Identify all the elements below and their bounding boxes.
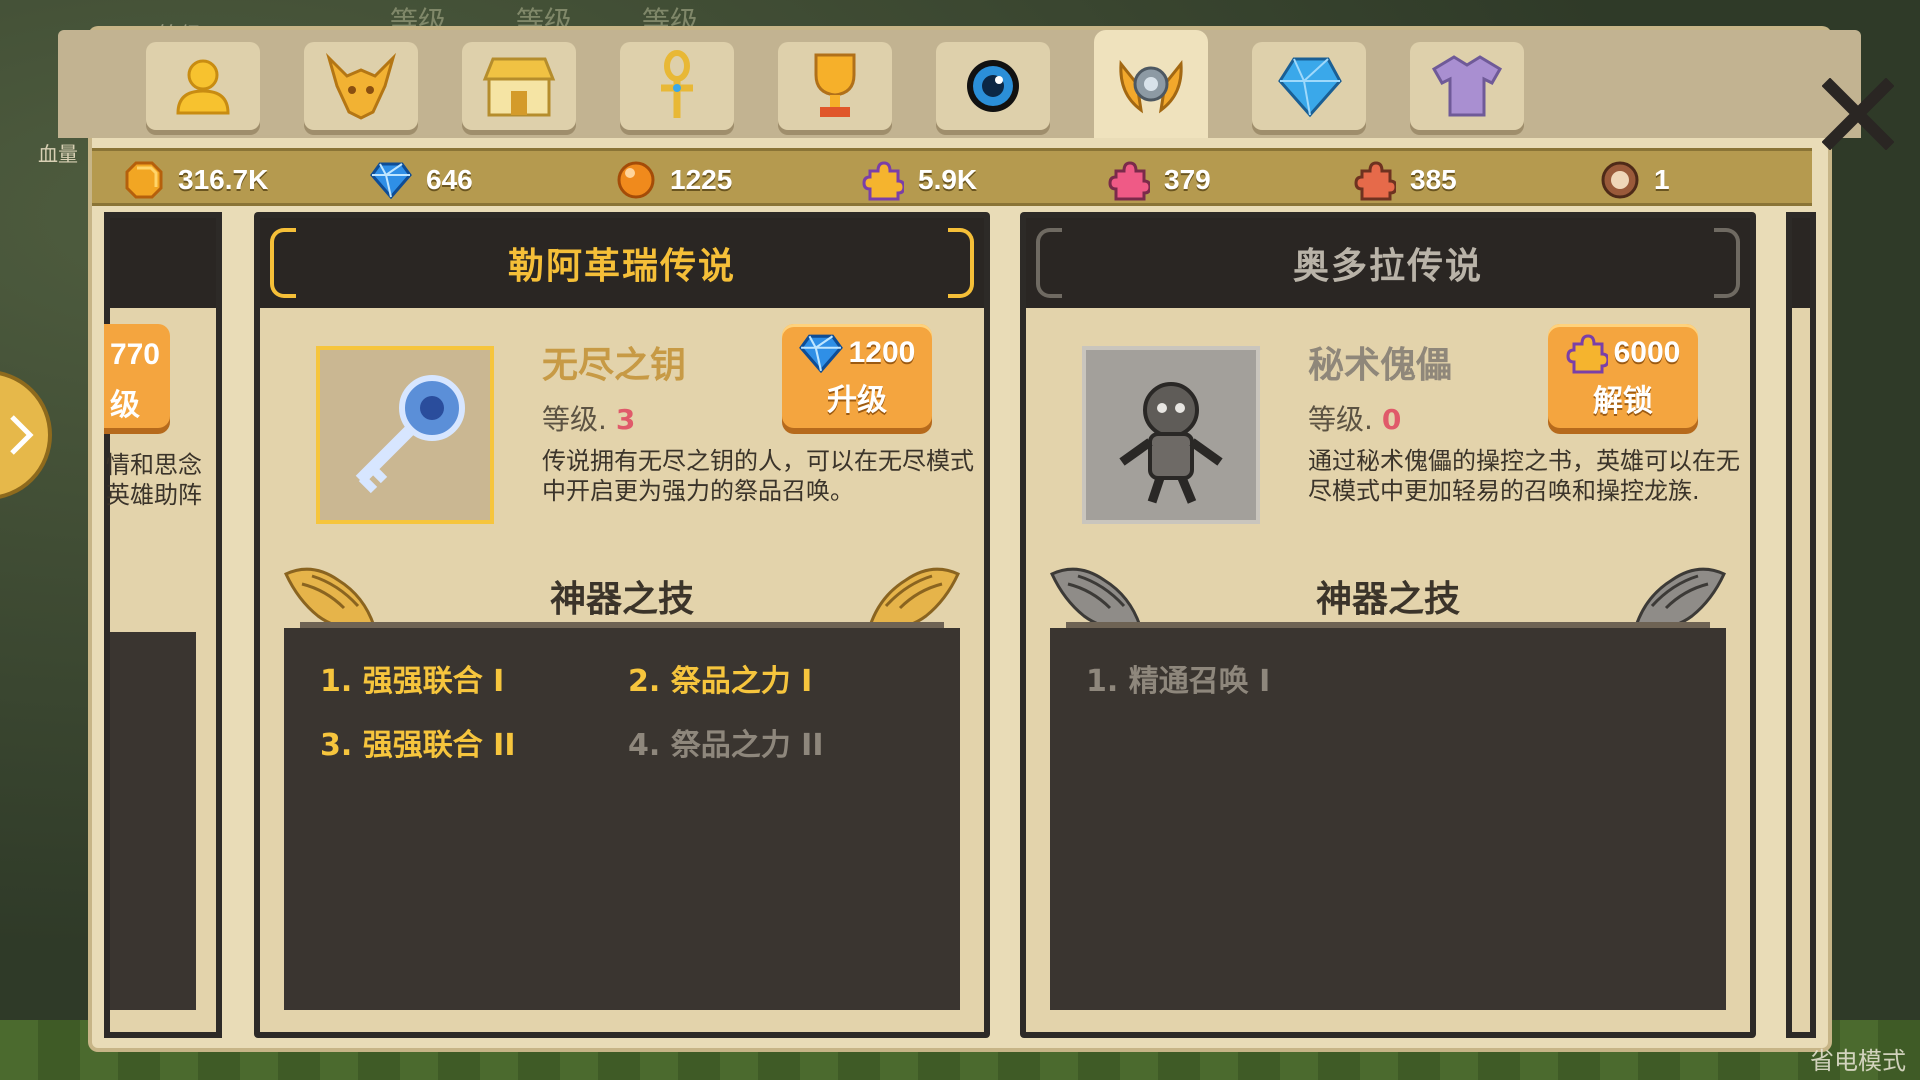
orb-icon xyxy=(967,60,1019,112)
skill-item[interactable]: 4. 祭品之力 II xyxy=(628,720,823,764)
power-save-label[interactable]: 省电模式 xyxy=(1810,1041,1906,1076)
skills-list: 1. 精通召唤 I xyxy=(1050,628,1726,1010)
unlock-button[interactable]: 6000 解锁 xyxy=(1548,324,1698,428)
item-name: 无尽之钥 xyxy=(542,345,687,386)
item-level: 等级. 3 xyxy=(542,398,635,438)
level-value: 3 xyxy=(615,403,636,436)
bg-hp-label: 血量 xyxy=(38,142,78,166)
puzzle-gold-value: 5.9K xyxy=(918,164,978,195)
ankh-icon xyxy=(661,50,693,118)
item-level: 等级. 0 xyxy=(1308,398,1401,438)
tab-shop[interactable] xyxy=(462,42,576,130)
tab-hero[interactable] xyxy=(146,42,260,130)
prev-desc-line: 英雄助阵 xyxy=(106,481,202,509)
resource-puzzle-pink: 379 xyxy=(1108,157,1211,203)
gem-icon xyxy=(1278,57,1342,118)
artifact-card-next[interactable] xyxy=(1786,212,1816,1038)
hero-icon xyxy=(176,59,230,115)
header-ornament xyxy=(948,228,974,298)
skill-item[interactable]: 2. 祭品之力 I xyxy=(628,656,812,700)
card-title: 勒阿革瑞传说 xyxy=(507,246,736,287)
shop-icon xyxy=(482,57,556,117)
skills-title: 神器之技 xyxy=(549,579,694,620)
resource-orb: 1225 xyxy=(616,157,732,203)
beast-skull-icon xyxy=(325,52,397,120)
level-label: 等级. xyxy=(542,403,607,436)
level-label: 等级. xyxy=(1308,403,1373,436)
orange-orb-icon xyxy=(617,161,655,199)
tab-beast[interactable] xyxy=(304,42,418,130)
trophy-icon xyxy=(814,53,856,117)
close-button[interactable] xyxy=(1821,77,1895,151)
orb-value: 1225 xyxy=(670,164,733,195)
resource-bar: 316.7K 646 1225 5.9K 379 385 1 xyxy=(92,148,1812,206)
upgrade-cost: 1200 xyxy=(848,336,916,369)
skill-item[interactable]: 3. 强强联合 II xyxy=(320,720,515,764)
unlock-label: 解锁 xyxy=(1593,384,1653,419)
close-icon xyxy=(1821,77,1895,151)
skill-item[interactable]: 1. 强强联合 I xyxy=(320,656,504,700)
resource-puzzle-red: 385 xyxy=(1354,157,1457,203)
upgrade-button[interactable]: 1200 升级 xyxy=(782,324,932,428)
token-value: 1 xyxy=(1654,164,1670,195)
diamond-value: 646 xyxy=(426,164,473,195)
prev-desc-line: 情和思念 xyxy=(106,451,202,479)
item-portrait[interactable] xyxy=(1082,346,1260,524)
tab-orb[interactable] xyxy=(936,42,1050,130)
puppet-icon xyxy=(1119,382,1223,504)
item-description: 通过秘术傀儡的操控之书，英雄可以在无尽模式中更加轻易的召唤和操控龙族. xyxy=(1308,447,1740,505)
resource-diamond: 646 xyxy=(370,157,473,203)
level-value: 0 xyxy=(1381,403,1402,436)
resource-token: 1 xyxy=(1600,157,1670,203)
tab-ankh[interactable] xyxy=(620,42,734,130)
tab-bar xyxy=(58,30,1895,151)
item-description: 传说拥有无尽之钥的人，可以在无尽模式中开启更为强力的祭品召唤。 xyxy=(542,447,974,505)
card-header: 勒阿革瑞传说 xyxy=(260,218,984,308)
token-icon xyxy=(1601,161,1639,199)
tab-gem[interactable] xyxy=(1252,42,1366,130)
resource-gold: 316.7K xyxy=(124,157,268,203)
puzzle-gold-icon xyxy=(862,161,904,201)
artifact-card-arcane-puppet: 奥多拉传说 秘术傀儡 等级. 0 通过秘术傀儡的操控之书，英雄可以在无尽模式中更… xyxy=(1020,212,1756,1038)
gold-coin-icon xyxy=(125,161,163,199)
prev-skills-box xyxy=(110,632,196,1010)
item-portrait[interactable] xyxy=(316,346,494,524)
diamond-icon xyxy=(370,162,412,199)
artifact-card-endless-key: 勒阿革瑞传说 无尽之钥 等级. 3 传说拥有无尽之钥的人，可以在无尽模式中开启更… xyxy=(254,212,990,1038)
skills-list: 1. 强强联合 I 2. 祭品之力 I 3. 强强联合 II 4. 祭品之力 I… xyxy=(284,628,960,1010)
puzzle-pink-icon xyxy=(1108,161,1150,201)
item-name: 秘术傀儡 xyxy=(1308,345,1453,386)
skills-title: 神器之技 xyxy=(1315,579,1460,620)
puzzle-pink-value: 379 xyxy=(1164,164,1211,195)
resource-puzzle-gold: 5.9K xyxy=(862,157,977,203)
diamond-icon xyxy=(798,334,843,373)
upgrade-label: 升级 xyxy=(827,383,887,418)
puzzle-red-value: 385 xyxy=(1410,164,1457,195)
unlock-cost: 6000 xyxy=(1613,336,1681,369)
shirt-icon xyxy=(1431,55,1503,117)
tab-costume[interactable] xyxy=(1410,42,1524,130)
prev-description: 情和思念 英雄助阵 xyxy=(106,450,202,510)
artifact-card-prev[interactable]: 770 级 情和思念 英雄助阵 xyxy=(104,212,222,1038)
card-header: 奥多拉传说 xyxy=(1026,218,1750,308)
key-icon xyxy=(355,375,465,494)
artifact-icon xyxy=(1119,60,1183,114)
prev-cost: 770 xyxy=(109,338,160,371)
tab-artifact[interactable] xyxy=(1094,30,1208,138)
puzzle-gold-icon xyxy=(1566,334,1608,374)
puzzle-red-icon xyxy=(1354,161,1396,201)
header-ornament xyxy=(1714,228,1740,298)
skill-item[interactable]: 1. 精通召唤 I xyxy=(1086,656,1270,700)
tab-trophy[interactable] xyxy=(778,42,892,130)
prev-action-label: 级 xyxy=(110,388,140,423)
gold-value: 316.7K xyxy=(178,164,269,195)
header-ornament xyxy=(270,228,296,298)
header-ornament xyxy=(1036,228,1062,298)
card-title: 奥多拉传说 xyxy=(1292,246,1483,287)
prev-action-button[interactable]: 770 级 xyxy=(104,324,170,428)
chevron-right-icon xyxy=(10,415,34,455)
